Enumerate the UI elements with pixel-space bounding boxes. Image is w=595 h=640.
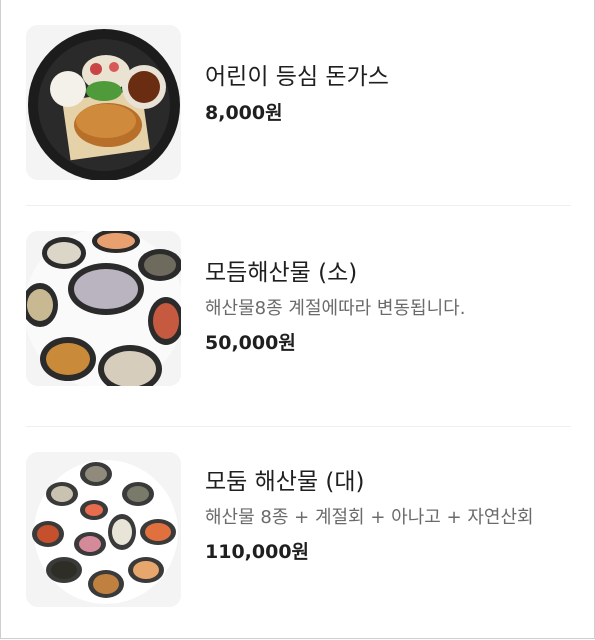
menu-item-description: 해산물8종 계절에따라 변동됩니다. (205, 298, 466, 319)
menu-item-name: 모둠 해산물 (대) (205, 469, 365, 495)
menu-item-price: 50,000원 (205, 332, 296, 354)
divider (26, 205, 571, 206)
seafood-platter-large-image (26, 452, 181, 607)
menu-item-pork-cutlet[interactable]: 어린이 등심 돈가스 8,000원 (26, 25, 571, 180)
menu-item-name: 모듬해산물 (소) (205, 260, 358, 286)
menu-item-seafood-large[interactable]: 모둠 해산물 (대) 해산물 8종 + 계절회 + 아나고 + 자연산회 110… (26, 452, 571, 607)
menu-item-price: 110,000원 (205, 541, 310, 563)
menu-list: 어린이 등심 돈가스 8,000원 모듬해산물 (소) 해산물8종 계절에따라 … (0, 0, 595, 639)
pork-cutlet-plate-image (26, 25, 181, 180)
menu-item-price: 8,000원 (205, 102, 283, 124)
menu-item-seafood-small[interactable]: 모듬해산물 (소) 해산물8종 계절에따라 변동됩니다. 50,000원 (26, 231, 571, 386)
menu-item-name: 어린이 등심 돈가스 (205, 64, 389, 90)
seafood-platter-small-image (26, 231, 181, 386)
menu-item-description: 해산물 8종 + 계절회 + 아나고 + 자연산회 (205, 507, 534, 528)
divider (26, 426, 571, 427)
